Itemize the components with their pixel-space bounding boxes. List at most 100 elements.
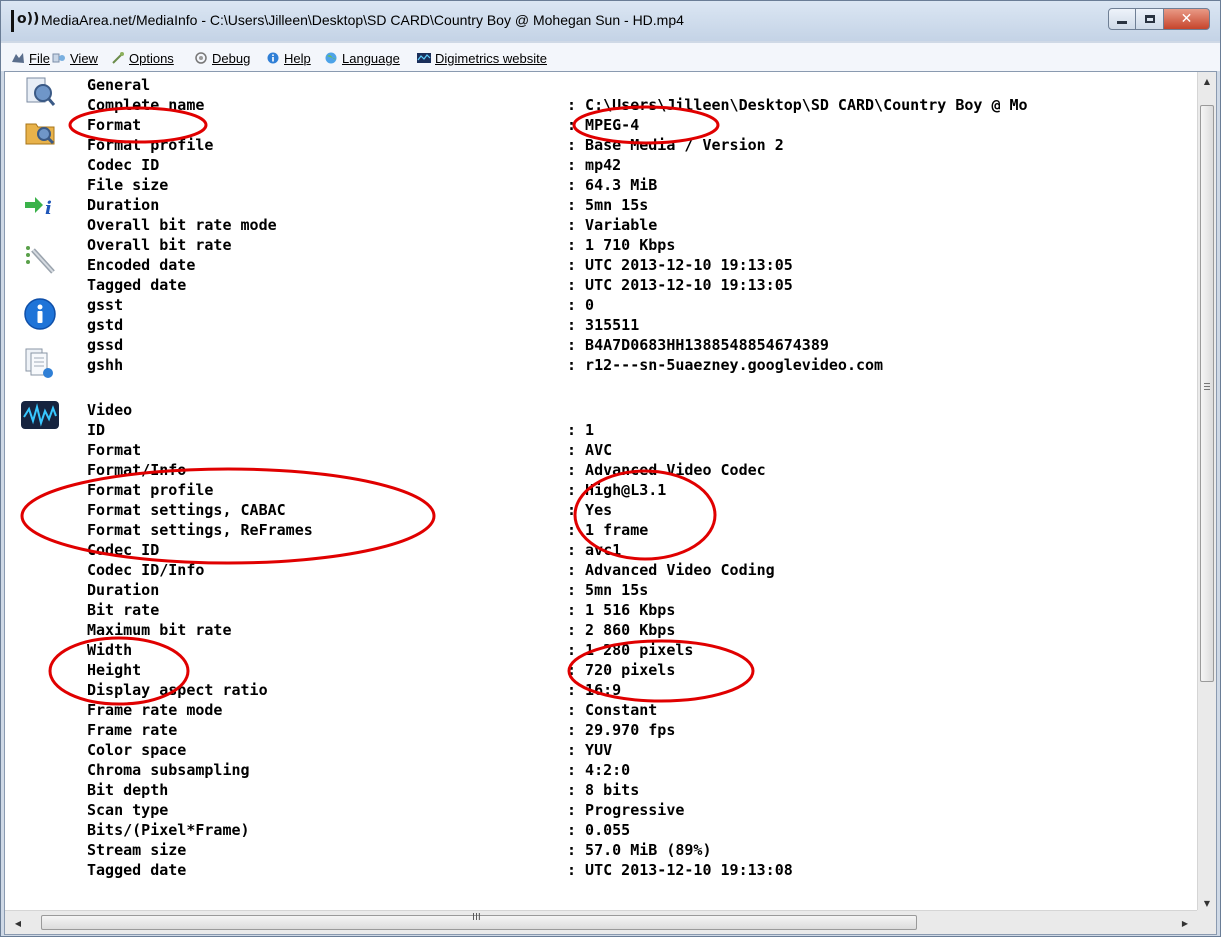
field-key: Stream size [87,841,187,859]
scroll-left-arrow-icon[interactable]: ◀ [9,914,27,932]
field-key: Overall bit rate mode [87,216,277,234]
field-value: : 0.055 [567,821,631,839]
vertical-scroll-thumb[interactable] [1200,105,1214,682]
field-value: : UTC 2013-12-10 19:13:05 [567,276,793,294]
field-value: : MPEG-4 [567,116,640,134]
grip-line [1204,389,1210,390]
field-value: : 5mn 15s [567,581,649,599]
grip-line [1204,383,1210,384]
info-icon[interactable] [23,297,57,331]
field-value: : YUV [567,741,613,759]
close-button[interactable]: ✕ [1164,8,1210,30]
field-key: Complete name [87,96,205,114]
svg-text:i: i [45,198,52,219]
field-key: Format [87,441,142,459]
menu-file[interactable]: File [11,49,50,67]
menu-language[interactable]: Language [324,49,400,67]
field-key: Tagged date [87,276,187,294]
menu-bar: File View Options Debug Help Language Di… [1,43,1220,71]
section-video-heading: Video [87,401,133,419]
field-key: Bit rate [87,601,160,619]
sheet-view-icon[interactable] [23,346,57,380]
maximize-button[interactable] [1136,8,1164,30]
field-key: Height [87,661,142,679]
field-value: : Progressive [567,801,685,819]
report-content[interactable]: General Complete name: C:\Users\Jilleen\… [87,75,1197,912]
field-key: Duration [87,581,160,599]
field-value: : 1 frame [567,521,649,539]
field-key: Format profile [87,481,214,499]
menu-digimetrics-label: Digimetrics website [435,50,547,66]
field-value: : AVC [567,441,613,459]
view-icon [52,53,65,63]
field-value: : 29.970 fps [567,721,676,739]
menu-help-label: Help [284,50,311,66]
menu-help[interactable]: Help [266,49,311,67]
language-icon [325,52,337,64]
field-key: Codec ID [87,156,160,174]
size-grip-icon[interactable] [1197,910,1216,934]
window-controls: ✕ [1108,8,1210,30]
menu-file-label: File [29,50,50,66]
title-bar[interactable]: o)) MediaArea.net/MediaInfo - C:\Users\J… [1,1,1220,41]
window-title: MediaArea.net/MediaInfo - C:\Users\Jille… [41,12,684,28]
field-value: : 720 pixels [567,661,676,679]
field-key: File size [87,176,169,194]
waveform-icon[interactable] [21,399,59,433]
field-key: gstd [87,316,124,334]
field-key: Format settings, ReFrames [87,521,313,539]
horizontal-scrollbar[interactable]: ◀ III ▶ [5,910,1198,934]
field-value: : 16:9 [567,681,622,699]
field-value: : 5mn 15s [567,196,649,214]
field-key: Maximum bit rate [87,621,232,639]
scroll-up-arrow-icon[interactable]: ▲ [1198,72,1216,90]
field-value: : Base Media / Version 2 [567,136,784,154]
client-area: i General Complete name: C:\Users\Jille… [4,71,1217,935]
horizontal-scroll-thumb[interactable]: III [41,912,917,930]
field-value: : 4:2:0 [567,761,631,779]
field-key: Overall bit rate [87,236,232,254]
field-value: : Yes [567,501,613,519]
menu-digimetrics[interactable]: Digimetrics website [417,49,547,67]
field-value: : UTC 2013-12-10 19:13:05 [567,256,793,274]
open-file-icon[interactable] [23,74,57,108]
field-value: : 1 [567,421,595,439]
field-value: : UTC 2013-12-10 19:13:08 [567,861,793,879]
menu-view[interactable]: View [52,49,98,67]
field-value: : 0 [567,296,595,314]
menu-language-label: Language [342,50,400,66]
preferences-icon[interactable] [23,242,57,276]
field-value: : Advanced Video Codec [567,461,766,479]
menu-options-label: Options [129,50,174,66]
field-key: Bit depth [87,781,169,799]
digimetrics-icon [417,53,431,63]
scroll-right-arrow-icon[interactable]: ▶ [1176,914,1194,932]
menu-debug-label: Debug [212,50,251,66]
menu-debug[interactable]: Debug [194,49,250,67]
field-value: : 2 860 Kbps [567,621,676,639]
field-key: Codec ID [87,541,160,559]
close-icon: ✕ [1180,11,1193,27]
field-value: : 1 280 pixels [567,641,694,659]
export-icon[interactable]: i [23,188,57,222]
file-icon [12,53,24,63]
open-folder-icon[interactable] [23,114,57,148]
field-key: Format profile [87,136,214,154]
section-general-heading: General [87,76,151,94]
field-key: Format [87,116,142,134]
field-key: Bits/(Pixel*Frame) [87,821,250,839]
minimize-button[interactable] [1108,8,1136,30]
field-value: : B4A7D0683HH1388548854674389 [567,336,829,354]
options-icon [112,52,124,64]
field-value: : High@L3.1 [567,481,667,499]
menu-options[interactable]: Options [111,49,174,67]
grip-line [1204,386,1210,387]
field-key: Frame rate mode [87,701,223,719]
field-key: ID [87,421,106,439]
mediainfo-window: o)) MediaArea.net/MediaInfo - C:\Users\J… [0,0,1221,937]
field-value: : r12---sn-5uaezney.googlevideo.com [567,356,884,374]
mediainfo-app-icon[interactable]: o)) [11,10,39,32]
vertical-scrollbar[interactable]: ▲ ▼ [1197,72,1216,912]
horizontal-grip: III [472,912,481,923]
help-icon [267,52,279,64]
